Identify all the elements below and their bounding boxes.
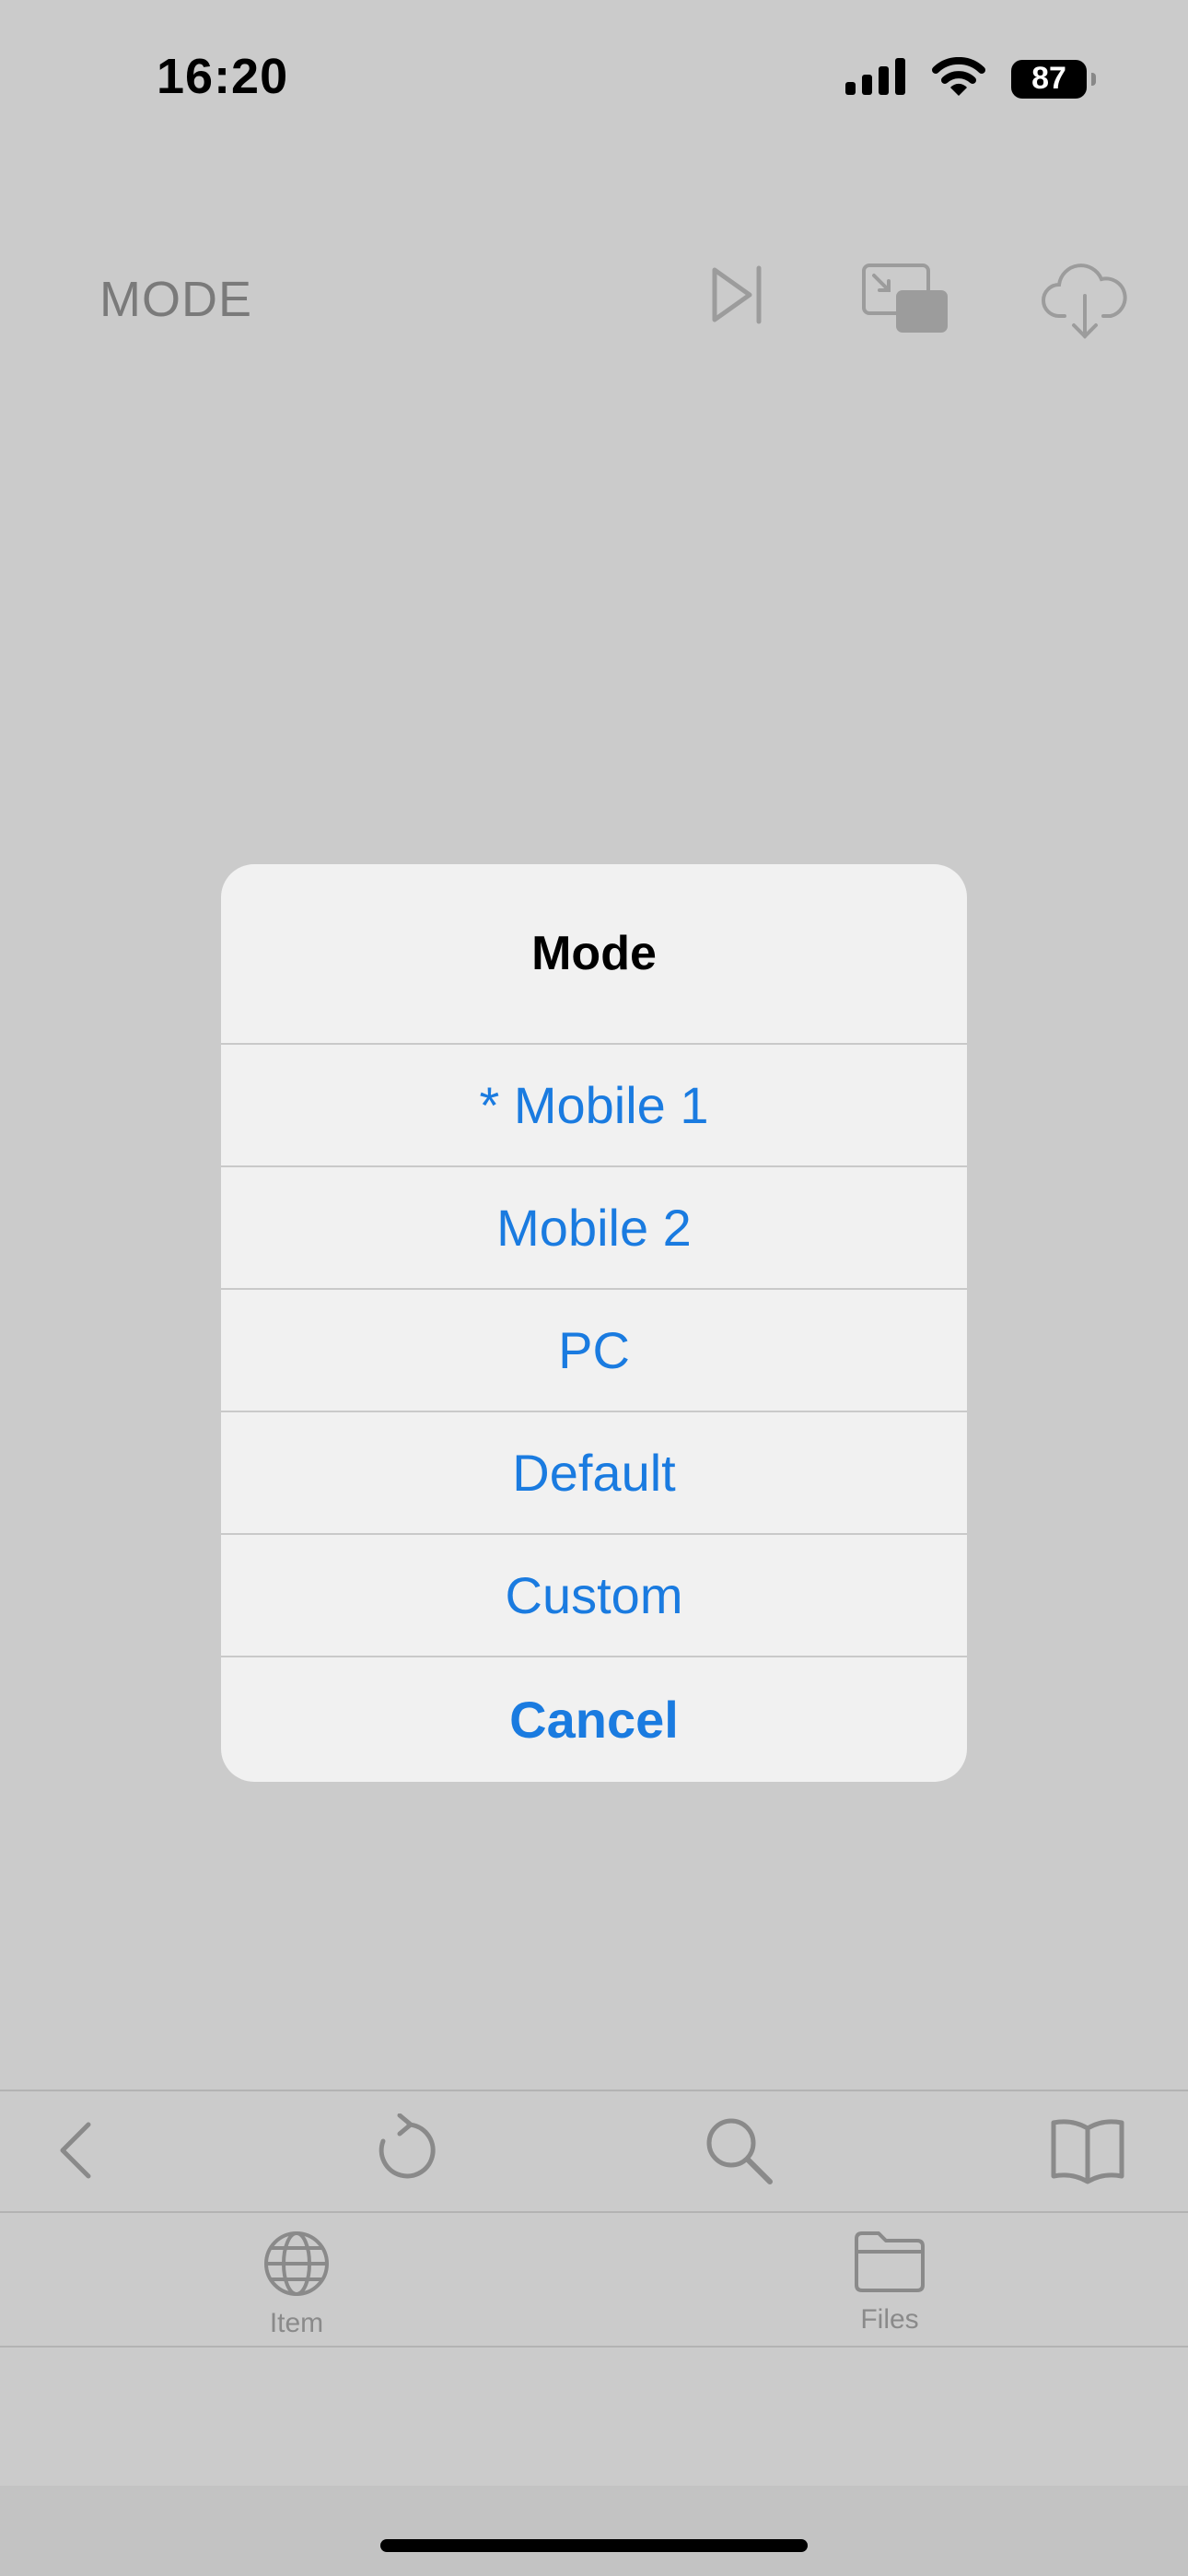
picture-in-picture-icon[interactable] bbox=[861, 263, 949, 341]
bottom-strip bbox=[0, 2486, 1188, 2576]
reload-icon[interactable] bbox=[368, 2113, 438, 2192]
wifi-icon bbox=[932, 56, 985, 100]
mode-dialog: Mode * Mobile 1 Mobile 2 PC Default Cust… bbox=[221, 864, 967, 1782]
mode-button[interactable]: MODE bbox=[99, 271, 252, 328]
back-chevron-icon[interactable] bbox=[53, 2113, 99, 2192]
option-custom[interactable]: Custom bbox=[221, 1535, 967, 1657]
bookmarks-book-icon[interactable] bbox=[1048, 2113, 1127, 2192]
option-mobile-1[interactable]: * Mobile 1 bbox=[221, 1045, 967, 1167]
tab-files[interactable]: Files bbox=[798, 2230, 982, 2336]
status-time: 16:20 bbox=[157, 49, 289, 104]
option-pc[interactable]: PC bbox=[221, 1290, 967, 1412]
globe-icon bbox=[262, 2230, 331, 2302]
cancel-button[interactable]: Cancel bbox=[221, 1657, 967, 1781]
browser-nav-bar bbox=[0, 2090, 1188, 2213]
dialog-title: Mode bbox=[221, 864, 967, 1045]
tab-item[interactable]: Item bbox=[204, 2230, 389, 2339]
tab-bar: Item Files bbox=[0, 2213, 1188, 2348]
cloud-download-icon[interactable] bbox=[1041, 263, 1129, 345]
tab-files-label: Files bbox=[860, 2304, 919, 2335]
status-bar: 16:20 87 bbox=[0, 0, 1188, 157]
option-default[interactable]: Default bbox=[221, 1412, 967, 1535]
bottom-area bbox=[0, 2348, 1188, 2486]
top-toolbar: MODE bbox=[0, 249, 1188, 350]
search-icon[interactable] bbox=[702, 2113, 775, 2192]
option-mobile-2[interactable]: Mobile 2 bbox=[221, 1167, 967, 1290]
battery-icon: 87 bbox=[1011, 59, 1096, 99]
status-icons: 87 bbox=[845, 56, 1096, 100]
home-indicator[interactable] bbox=[380, 2539, 808, 2552]
skip-forward-icon[interactable] bbox=[709, 263, 766, 332]
tab-item-label: Item bbox=[269, 2308, 324, 2338]
signal-icon bbox=[845, 58, 906, 100]
folder-icon bbox=[853, 2230, 926, 2299]
